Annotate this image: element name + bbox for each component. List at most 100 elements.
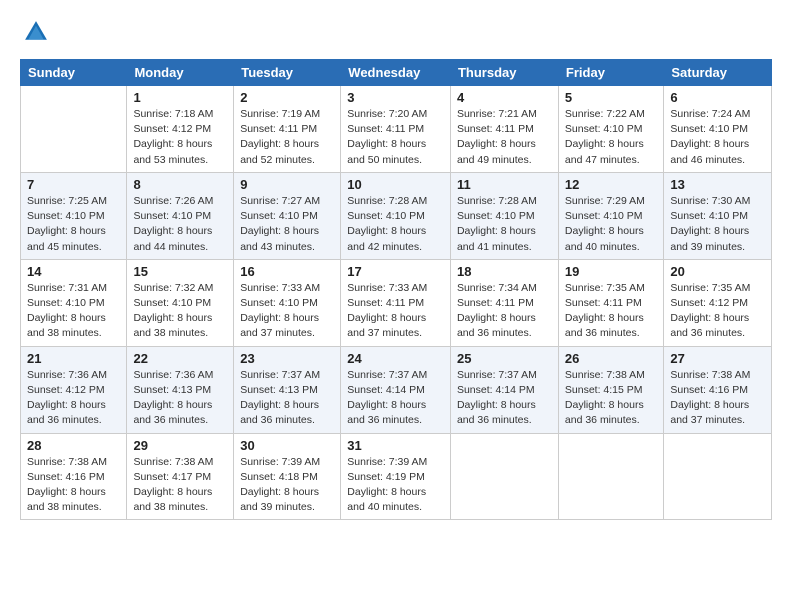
day-number: 5 xyxy=(565,90,657,105)
day-number: 23 xyxy=(240,351,334,366)
day-info: Sunrise: 7:34 AMSunset: 4:11 PMDaylight:… xyxy=(457,281,552,342)
day-info: Sunrise: 7:36 AMSunset: 4:12 PMDaylight:… xyxy=(27,368,120,429)
day-info: Sunrise: 7:39 AMSunset: 4:19 PMDaylight:… xyxy=(347,455,444,516)
day-cell: 27 Sunrise: 7:38 AMSunset: 4:16 PMDaylig… xyxy=(664,346,772,433)
day-number: 24 xyxy=(347,351,444,366)
day-cell: 16 Sunrise: 7:33 AMSunset: 4:10 PMDaylig… xyxy=(234,259,341,346)
header-row: Sunday Monday Tuesday Wednesday Thursday… xyxy=(21,60,772,86)
col-thursday: Thursday xyxy=(450,60,558,86)
col-monday: Monday xyxy=(127,60,234,86)
day-info: Sunrise: 7:26 AMSunset: 4:10 PMDaylight:… xyxy=(133,194,227,255)
day-info: Sunrise: 7:38 AMSunset: 4:15 PMDaylight:… xyxy=(565,368,657,429)
day-number: 25 xyxy=(457,351,552,366)
day-cell xyxy=(664,433,772,520)
day-cell: 15 Sunrise: 7:32 AMSunset: 4:10 PMDaylig… xyxy=(127,259,234,346)
day-cell: 1 Sunrise: 7:18 AMSunset: 4:12 PMDayligh… xyxy=(127,86,234,173)
day-info: Sunrise: 7:38 AMSunset: 4:16 PMDaylight:… xyxy=(670,368,765,429)
day-info: Sunrise: 7:32 AMSunset: 4:10 PMDaylight:… xyxy=(133,281,227,342)
day-number: 26 xyxy=(565,351,657,366)
day-cell: 12 Sunrise: 7:29 AMSunset: 4:10 PMDaylig… xyxy=(558,172,663,259)
day-number: 30 xyxy=(240,438,334,453)
day-cell: 8 Sunrise: 7:26 AMSunset: 4:10 PMDayligh… xyxy=(127,172,234,259)
day-number: 8 xyxy=(133,177,227,192)
day-info: Sunrise: 7:22 AMSunset: 4:10 PMDaylight:… xyxy=(565,107,657,168)
day-number: 9 xyxy=(240,177,334,192)
day-cell: 19 Sunrise: 7:35 AMSunset: 4:11 PMDaylig… xyxy=(558,259,663,346)
day-info: Sunrise: 7:27 AMSunset: 4:10 PMDaylight:… xyxy=(240,194,334,255)
day-number: 22 xyxy=(133,351,227,366)
day-info: Sunrise: 7:37 AMSunset: 4:13 PMDaylight:… xyxy=(240,368,334,429)
day-info: Sunrise: 7:33 AMSunset: 4:11 PMDaylight:… xyxy=(347,281,444,342)
day-info: Sunrise: 7:18 AMSunset: 4:12 PMDaylight:… xyxy=(133,107,227,168)
day-cell: 26 Sunrise: 7:38 AMSunset: 4:15 PMDaylig… xyxy=(558,346,663,433)
col-friday: Friday xyxy=(558,60,663,86)
day-cell: 5 Sunrise: 7:22 AMSunset: 4:10 PMDayligh… xyxy=(558,86,663,173)
week-row-2: 7 Sunrise: 7:25 AMSunset: 4:10 PMDayligh… xyxy=(21,172,772,259)
day-cell: 22 Sunrise: 7:36 AMSunset: 4:13 PMDaylig… xyxy=(127,346,234,433)
day-number: 13 xyxy=(670,177,765,192)
day-info: Sunrise: 7:28 AMSunset: 4:10 PMDaylight:… xyxy=(457,194,552,255)
day-info: Sunrise: 7:19 AMSunset: 4:11 PMDaylight:… xyxy=(240,107,334,168)
day-number: 17 xyxy=(347,264,444,279)
day-number: 19 xyxy=(565,264,657,279)
day-cell: 28 Sunrise: 7:38 AMSunset: 4:16 PMDaylig… xyxy=(21,433,127,520)
day-info: Sunrise: 7:29 AMSunset: 4:10 PMDaylight:… xyxy=(565,194,657,255)
day-number: 3 xyxy=(347,90,444,105)
day-number: 16 xyxy=(240,264,334,279)
day-cell: 4 Sunrise: 7:21 AMSunset: 4:11 PMDayligh… xyxy=(450,86,558,173)
day-info: Sunrise: 7:38 AMSunset: 4:16 PMDaylight:… xyxy=(27,455,120,516)
day-number: 28 xyxy=(27,438,120,453)
day-cell: 25 Sunrise: 7:37 AMSunset: 4:14 PMDaylig… xyxy=(450,346,558,433)
day-info: Sunrise: 7:38 AMSunset: 4:17 PMDaylight:… xyxy=(133,455,227,516)
day-number: 27 xyxy=(670,351,765,366)
day-info: Sunrise: 7:20 AMSunset: 4:11 PMDaylight:… xyxy=(347,107,444,168)
day-number: 18 xyxy=(457,264,552,279)
day-cell: 20 Sunrise: 7:35 AMSunset: 4:12 PMDaylig… xyxy=(664,259,772,346)
day-cell: 17 Sunrise: 7:33 AMSunset: 4:11 PMDaylig… xyxy=(341,259,451,346)
day-number: 2 xyxy=(240,90,334,105)
day-cell xyxy=(450,433,558,520)
day-info: Sunrise: 7:37 AMSunset: 4:14 PMDaylight:… xyxy=(457,368,552,429)
day-cell: 18 Sunrise: 7:34 AMSunset: 4:11 PMDaylig… xyxy=(450,259,558,346)
day-number: 20 xyxy=(670,264,765,279)
day-cell: 30 Sunrise: 7:39 AMSunset: 4:18 PMDaylig… xyxy=(234,433,341,520)
day-cell: 24 Sunrise: 7:37 AMSunset: 4:14 PMDaylig… xyxy=(341,346,451,433)
day-cell: 21 Sunrise: 7:36 AMSunset: 4:12 PMDaylig… xyxy=(21,346,127,433)
day-cell: 6 Sunrise: 7:24 AMSunset: 4:10 PMDayligh… xyxy=(664,86,772,173)
day-number: 4 xyxy=(457,90,552,105)
day-cell: 13 Sunrise: 7:30 AMSunset: 4:10 PMDaylig… xyxy=(664,172,772,259)
day-number: 12 xyxy=(565,177,657,192)
day-number: 10 xyxy=(347,177,444,192)
col-saturday: Saturday xyxy=(664,60,772,86)
week-row-4: 21 Sunrise: 7:36 AMSunset: 4:12 PMDaylig… xyxy=(21,346,772,433)
week-row-5: 28 Sunrise: 7:38 AMSunset: 4:16 PMDaylig… xyxy=(21,433,772,520)
day-cell: 9 Sunrise: 7:27 AMSunset: 4:10 PMDayligh… xyxy=(234,172,341,259)
day-info: Sunrise: 7:39 AMSunset: 4:18 PMDaylight:… xyxy=(240,455,334,516)
header xyxy=(20,18,772,51)
day-cell xyxy=(558,433,663,520)
day-info: Sunrise: 7:37 AMSunset: 4:14 PMDaylight:… xyxy=(347,368,444,429)
logo-icon xyxy=(22,18,50,46)
day-number: 15 xyxy=(133,264,227,279)
day-number: 29 xyxy=(133,438,227,453)
day-cell: 23 Sunrise: 7:37 AMSunset: 4:13 PMDaylig… xyxy=(234,346,341,433)
day-info: Sunrise: 7:21 AMSunset: 4:11 PMDaylight:… xyxy=(457,107,552,168)
day-number: 1 xyxy=(133,90,227,105)
day-number: 31 xyxy=(347,438,444,453)
day-number: 6 xyxy=(670,90,765,105)
calendar-table: Sunday Monday Tuesday Wednesday Thursday… xyxy=(20,59,772,520)
week-row-1: 1 Sunrise: 7:18 AMSunset: 4:12 PMDayligh… xyxy=(21,86,772,173)
day-number: 14 xyxy=(27,264,120,279)
day-info: Sunrise: 7:24 AMSunset: 4:10 PMDaylight:… xyxy=(670,107,765,168)
day-info: Sunrise: 7:33 AMSunset: 4:10 PMDaylight:… xyxy=(240,281,334,342)
day-cell: 10 Sunrise: 7:28 AMSunset: 4:10 PMDaylig… xyxy=(341,172,451,259)
logo xyxy=(20,18,50,51)
calendar-container: Sunday Monday Tuesday Wednesday Thursday… xyxy=(0,0,792,530)
col-sunday: Sunday xyxy=(21,60,127,86)
day-info: Sunrise: 7:25 AMSunset: 4:10 PMDaylight:… xyxy=(27,194,120,255)
day-number: 7 xyxy=(27,177,120,192)
day-cell xyxy=(21,86,127,173)
day-cell: 7 Sunrise: 7:25 AMSunset: 4:10 PMDayligh… xyxy=(21,172,127,259)
day-info: Sunrise: 7:36 AMSunset: 4:13 PMDaylight:… xyxy=(133,368,227,429)
day-info: Sunrise: 7:35 AMSunset: 4:12 PMDaylight:… xyxy=(670,281,765,342)
